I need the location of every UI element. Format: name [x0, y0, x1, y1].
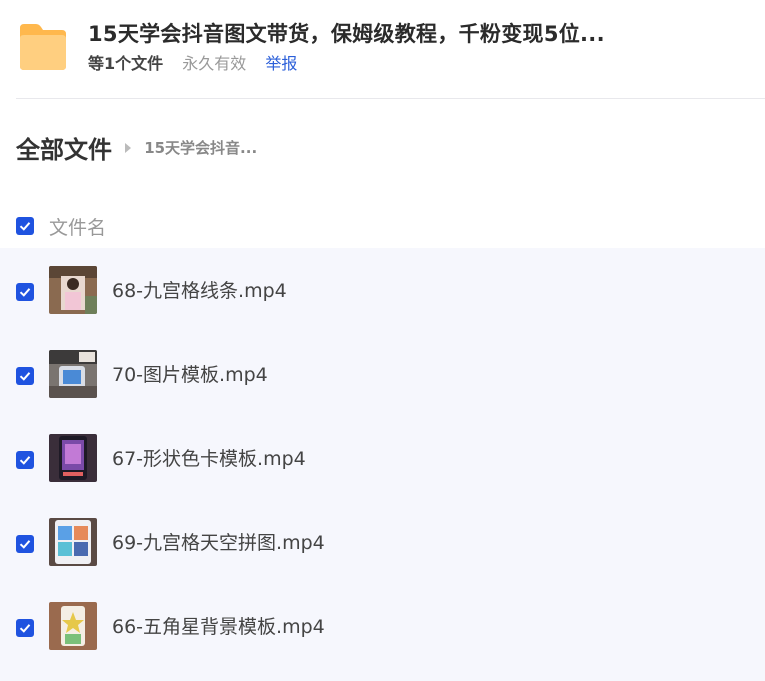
report-link[interactable]: 举报 [265, 54, 297, 73]
file-checkbox[interactable] [16, 619, 34, 637]
file-name[interactable]: 66-五角星背景模板.mp4 [112, 615, 325, 639]
share-title: 15天学会抖音图文带货，保姆级教程，千粉变现5位... [88, 22, 605, 46]
checkmark-icon [19, 372, 31, 381]
checkmark-icon [19, 540, 31, 549]
file-checkbox[interactable] [16, 451, 34, 469]
validity-label: 永久有效 [182, 54, 247, 73]
column-header-filename[interactable]: 文件名 [49, 213, 106, 240]
share-meta: 等1个文件 永久有效 举报 [88, 54, 311, 74]
file-name[interactable]: 67-形状色卡模板.mp4 [112, 447, 306, 471]
file-row[interactable]: 68-九宫格线条.mp4 [0, 248, 765, 332]
header-divider [16, 98, 765, 99]
file-row[interactable]: 69-九宫格天空拼图.mp4 [0, 500, 765, 584]
video-thumbnail [49, 518, 97, 566]
file-checkbox[interactable] [16, 535, 34, 553]
file-row[interactable]: 67-形状色卡模板.mp4 [0, 416, 765, 500]
file-name[interactable]: 68-九宫格线条.mp4 [112, 279, 287, 303]
checkmark-icon [19, 624, 31, 633]
video-thumbnail [49, 266, 97, 314]
checkmark-icon [19, 456, 31, 465]
file-name[interactable]: 70-图片模板.mp4 [112, 363, 268, 387]
share-header: 15天学会抖音图文带货，保姆级教程，千粉变现5位... 等1个文件 永久有效 举… [16, 22, 765, 78]
breadcrumb: 全部文件 15天学会抖音... [16, 130, 258, 164]
file-row[interactable]: 70-图片模板.mp4 [0, 332, 765, 416]
video-thumbnail [49, 350, 97, 398]
file-checkbox[interactable] [16, 283, 34, 301]
file-count-label: 等1个文件 [88, 54, 164, 73]
breadcrumb-current: 15天学会抖音... [144, 139, 258, 157]
file-checkbox[interactable] [16, 367, 34, 385]
breadcrumb-separator-icon [125, 142, 132, 153]
folder-icon [20, 24, 66, 70]
file-name[interactable]: 69-九宫格天空拼图.mp4 [112, 531, 325, 555]
checkmark-icon [19, 222, 31, 231]
checkmark-icon [19, 288, 31, 297]
video-thumbnail [49, 602, 97, 650]
file-row[interactable]: 66-五角星背景模板.mp4 [0, 584, 765, 668]
select-all-checkbox[interactable] [16, 217, 34, 235]
file-list: 68-九宫格线条.mp4 70-图片模板.mp4 67-形状色卡模板.mp4 6… [0, 248, 765, 681]
file-list-header: 文件名 [16, 208, 765, 242]
video-thumbnail [49, 434, 97, 482]
breadcrumb-root[interactable]: 全部文件 [16, 136, 112, 164]
